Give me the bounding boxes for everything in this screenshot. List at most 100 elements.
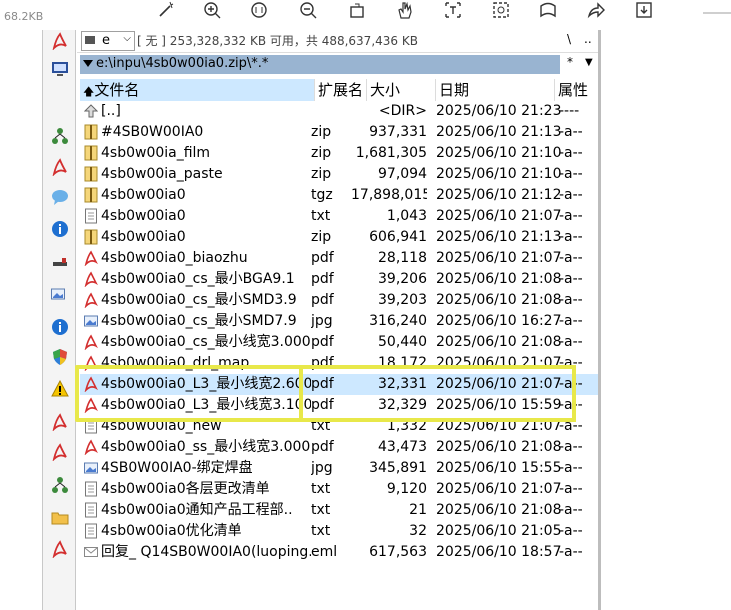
column-ext[interactable]: 扩展名 — [315, 79, 367, 101]
warning-icon[interactable] — [51, 379, 69, 398]
file-row[interactable]: [..] <DIR> 2025/06/10 21:23 ---- — [80, 101, 598, 122]
network-icon[interactable] — [51, 127, 69, 145]
file-ext: pdf — [311, 439, 334, 455]
info-icon[interactable] — [51, 318, 69, 336]
column-attr[interactable]: 属性 — [555, 79, 598, 101]
column-name[interactable]: 🡅文件名 — [80, 79, 315, 101]
image-icon — [84, 460, 98, 476]
file-row[interactable]: 4sb0w00ia_film zip 1,681,305 2025/06/10 21:… — [80, 143, 598, 164]
info-icon[interactable] — [51, 220, 69, 238]
file-size: 18,172 — [378, 355, 427, 371]
rotate-icon[interactable] — [347, 0, 369, 22]
file-row[interactable]: 4sb0w00ia0 zip 606,941 2025/06/10 21:13 -a-- — [80, 227, 598, 248]
file-attr: -a-- — [559, 418, 583, 434]
file-size: 32,331 — [378, 376, 427, 392]
file-row[interactable]: 4sb0w00ia0各层更改清单 txt 9,120 2025/06/10 21:07… — [80, 479, 598, 500]
file-row[interactable]: 4sb0w00ia0_L3_最小线宽2.600 pdf 32,331 2025/06/… — [80, 374, 598, 395]
chevron-down-icon: ⌵ — [123, 33, 131, 44]
file-size: <DIR> — [378, 103, 427, 119]
area-select-icon[interactable] — [491, 0, 513, 22]
zoom-in-icon[interactable] — [202, 0, 224, 22]
file-attr: -a-- — [559, 313, 583, 329]
file-row[interactable]: 4sb0w00ia0_L3_最小线宽3.100 pdf 32,329 2025/06/… — [80, 395, 598, 416]
file-size: 32 — [409, 523, 427, 539]
download-icon[interactable] — [634, 0, 656, 22]
parent-button[interactable]: .. — [584, 32, 592, 46]
file-ext: pdf — [311, 250, 334, 266]
txt-icon — [84, 481, 98, 497]
file-row[interactable]: 4sb0w00ia0_cs_最小SMD3.9 pdf 39,203 2025/06/1… — [80, 290, 598, 311]
folder-icon[interactable] — [51, 509, 69, 527]
image-icon[interactable] — [51, 286, 69, 304]
file-row[interactable]: 4sb0w00ia0优化清单 txt 32 2025/06/10 21:05 -a-- — [80, 521, 598, 542]
file-row[interactable]: 4sb0w00ia0_ss_最小线宽3.000 pdf 43,473 2025/06/… — [80, 437, 598, 458]
file-attr: -a-- — [559, 271, 583, 287]
file-row[interactable]: 4sb0w00ia0_cs_最小SMD7.9 jpg 316,240 2025/06/… — [80, 311, 598, 332]
reading-mode-icon[interactable] — [538, 0, 560, 22]
file-attr: -a-- — [559, 376, 583, 392]
file-attr: -a-- — [559, 187, 583, 203]
left-margin — [0, 30, 42, 610]
network-icon[interactable] — [51, 476, 69, 494]
file-size: 1,043 — [386, 208, 427, 224]
file-row[interactable]: 回复_ Q14SB0W00IA0(luoping.. eml 617,563 2025… — [80, 542, 598, 563]
file-row[interactable]: 4sb0w00ia0_new txt 1,332 2025/06/10 21:07 -a… — [80, 416, 598, 437]
file-row[interactable]: 4sb0w00ia_paste zip 97,094 2025/06/10 21:10… — [80, 164, 598, 185]
file-name: 4sb0w00ia0_biaozhu — [101, 250, 248, 266]
pdf-icon[interactable] — [51, 540, 69, 559]
zoom-out-icon[interactable] — [298, 0, 320, 22]
history-arrow-icon[interactable] — [83, 60, 93, 67]
pdf-icon[interactable] — [51, 443, 69, 462]
file-ext: eml — [311, 544, 338, 560]
pdf-icon[interactable] — [51, 413, 69, 432]
drive-selector[interactable]: e ⌵ — [81, 31, 135, 51]
current-path: e:\inpu\4sb0w00ia0.zip\*.* — [96, 56, 269, 71]
file-row[interactable]: 4sb0w00ia0 txt 1,043 2025/06/10 21:07 -a-- — [80, 206, 598, 227]
mail-icon — [84, 544, 98, 560]
shield-icon[interactable] — [51, 348, 69, 366]
column-header: 🡅文件名 扩展名 大小 日期 属性 — [80, 79, 598, 101]
pdf-icon[interactable] — [51, 32, 69, 51]
file-ext: zip — [311, 229, 332, 245]
tool-icon[interactable] — [51, 255, 69, 273]
file-row[interactable]: 4sb0w00ia0_cs_最小线宽3.000 pdf 50,440 2025/06/… — [80, 332, 598, 353]
zip-icon — [84, 145, 98, 161]
filter-star[interactable]: * — [567, 55, 573, 69]
vertical-scrollbar[interactable] — [598, 30, 601, 610]
chat-icon[interactable] — [51, 188, 69, 206]
file-row[interactable]: 4sb0w00ia0 tgz 17,898,015 2025/06/10 21:12-… — [80, 185, 598, 206]
file-ext: pdf — [311, 397, 334, 413]
share-icon[interactable] — [586, 0, 608, 22]
column-size[interactable]: 大小 — [367, 79, 436, 101]
file-row[interactable]: 4sb0w00ia0_drl_map pdf 18,172 2025/06/10 21… — [80, 353, 598, 374]
fit-page-icon[interactable] — [249, 0, 271, 22]
file-row[interactable]: 4sb0w00ia0_cs_最小BGA9.1 pdf 39,206 2025/06/1… — [80, 269, 598, 290]
file-ext: txt — [311, 481, 331, 497]
dropdown-arrow-icon[interactable]: ▼ — [585, 57, 593, 68]
file-attr: ---- — [559, 103, 580, 119]
file-size: 17,898,015 — [351, 187, 427, 203]
file-name: 4sb0w00ia0_L3_最小线宽2.600 — [101, 376, 311, 392]
root-button[interactable]: \ — [567, 32, 571, 46]
file-name: 4sb0w00ia0_new — [101, 418, 222, 434]
magic-wand-icon[interactable] — [156, 0, 178, 22]
path-bar[interactable]: e:\inpu\4sb0w00ia0.zip\*.* — [80, 55, 560, 74]
file-size: 617,563 — [369, 544, 427, 560]
file-attr: -a-- — [559, 523, 583, 539]
file-attr: -a-- — [559, 229, 583, 245]
file-row[interactable]: 4sb0w00ia0通知产品工程部.. txt 21 2025/06/10 21:08… — [80, 500, 598, 521]
file-name: 4sb0w00ia0 — [101, 208, 186, 224]
pdf-icon[interactable] — [51, 158, 69, 177]
file-attr: -a-- — [559, 355, 583, 371]
text-select-icon[interactable] — [443, 0, 465, 22]
file-size: 21 — [409, 502, 427, 518]
hand-icon[interactable] — [395, 0, 417, 22]
column-date[interactable]: 日期 — [436, 79, 555, 101]
file-ext: zip — [311, 145, 332, 161]
monitor-icon[interactable] — [51, 60, 69, 78]
file-size-label: 68.2KB — [4, 10, 44, 23]
file-row[interactable]: 4sb0w00ia0_biaozhu pdf 28,118 2025/06/10 21… — [80, 248, 598, 269]
file-row[interactable]: #4SB0W00IA0 zip 937,331 2025/06/10 21:13 -a-… — [80, 122, 598, 143]
file-ext: pdf — [311, 271, 334, 287]
file-row[interactable]: 4SB0W00IA0-绑定焊盘 jpg 345,891 2025/06/10 15:5… — [80, 458, 598, 479]
